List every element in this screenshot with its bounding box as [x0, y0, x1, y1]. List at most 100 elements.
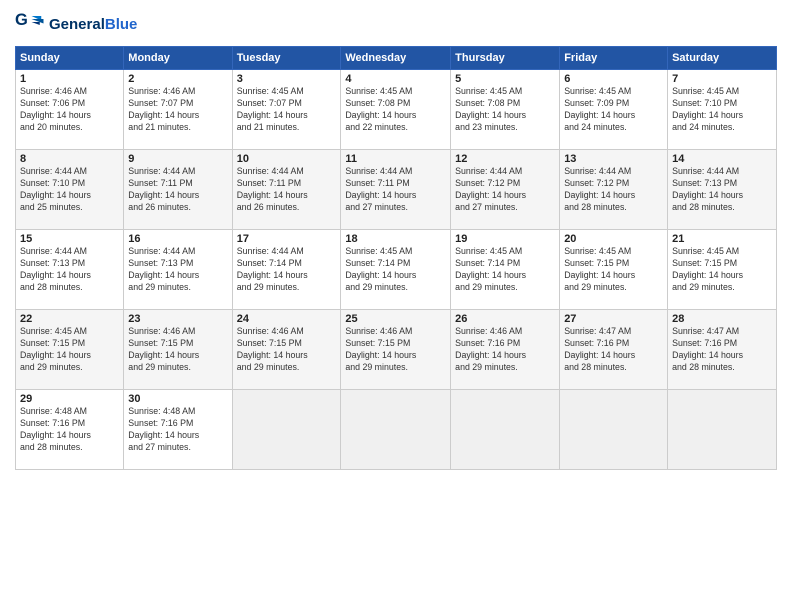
- day-number: 7: [672, 73, 772, 85]
- day-number: 30: [128, 393, 227, 405]
- weekday-header-row: SundayMondayTuesdayWednesdayThursdayFrid…: [16, 47, 777, 70]
- day-number: 8: [20, 153, 119, 165]
- week-row-4: 22Sunrise: 4:45 AM Sunset: 7:15 PM Dayli…: [16, 310, 777, 390]
- day-info: Sunrise: 4:48 AM Sunset: 7:16 PM Dayligh…: [20, 406, 119, 454]
- day-number: 28: [672, 313, 772, 325]
- day-cell: 26Sunrise: 4:46 AM Sunset: 7:16 PM Dayli…: [451, 310, 560, 390]
- day-cell: [232, 390, 341, 470]
- day-info: Sunrise: 4:45 AM Sunset: 7:08 PM Dayligh…: [345, 86, 446, 134]
- weekday-header-sunday: Sunday: [16, 47, 124, 70]
- day-info: Sunrise: 4:44 AM Sunset: 7:12 PM Dayligh…: [564, 166, 663, 214]
- day-number: 19: [455, 233, 555, 245]
- day-info: Sunrise: 4:45 AM Sunset: 7:08 PM Dayligh…: [455, 86, 555, 134]
- day-number: 14: [672, 153, 772, 165]
- day-cell: 18Sunrise: 4:45 AM Sunset: 7:14 PM Dayli…: [341, 230, 451, 310]
- day-info: Sunrise: 4:44 AM Sunset: 7:10 PM Dayligh…: [20, 166, 119, 214]
- weekday-header-monday: Monday: [124, 47, 232, 70]
- day-cell: 30Sunrise: 4:48 AM Sunset: 7:16 PM Dayli…: [124, 390, 232, 470]
- week-row-5: 29Sunrise: 4:48 AM Sunset: 7:16 PM Dayli…: [16, 390, 777, 470]
- day-cell: 4Sunrise: 4:45 AM Sunset: 7:08 PM Daylig…: [341, 70, 451, 150]
- day-info: Sunrise: 4:48 AM Sunset: 7:16 PM Dayligh…: [128, 406, 227, 454]
- logo-general: GeneralBlue: [49, 17, 137, 34]
- day-cell: 28Sunrise: 4:47 AM Sunset: 7:16 PM Dayli…: [668, 310, 777, 390]
- day-cell: 27Sunrise: 4:47 AM Sunset: 7:16 PM Dayli…: [560, 310, 668, 390]
- day-info: Sunrise: 4:45 AM Sunset: 7:15 PM Dayligh…: [672, 246, 772, 294]
- day-number: 25: [345, 313, 446, 325]
- day-info: Sunrise: 4:46 AM Sunset: 7:16 PM Dayligh…: [455, 326, 555, 374]
- week-row-3: 15Sunrise: 4:44 AM Sunset: 7:13 PM Dayli…: [16, 230, 777, 310]
- day-cell: 5Sunrise: 4:45 AM Sunset: 7:08 PM Daylig…: [451, 70, 560, 150]
- day-cell: 1Sunrise: 4:46 AM Sunset: 7:06 PM Daylig…: [16, 70, 124, 150]
- day-cell: 17Sunrise: 4:44 AM Sunset: 7:14 PM Dayli…: [232, 230, 341, 310]
- day-cell: 19Sunrise: 4:45 AM Sunset: 7:14 PM Dayli…: [451, 230, 560, 310]
- day-info: Sunrise: 4:45 AM Sunset: 7:14 PM Dayligh…: [345, 246, 446, 294]
- day-cell: [668, 390, 777, 470]
- day-number: 1: [20, 73, 119, 85]
- day-info: Sunrise: 4:47 AM Sunset: 7:16 PM Dayligh…: [672, 326, 772, 374]
- day-cell: 6Sunrise: 4:45 AM Sunset: 7:09 PM Daylig…: [560, 70, 668, 150]
- day-number: 29: [20, 393, 119, 405]
- day-cell: 22Sunrise: 4:45 AM Sunset: 7:15 PM Dayli…: [16, 310, 124, 390]
- day-cell: 8Sunrise: 4:44 AM Sunset: 7:10 PM Daylig…: [16, 150, 124, 230]
- day-info: Sunrise: 4:44 AM Sunset: 7:14 PM Dayligh…: [237, 246, 337, 294]
- day-number: 18: [345, 233, 446, 245]
- weekday-header-thursday: Thursday: [451, 47, 560, 70]
- day-info: Sunrise: 4:44 AM Sunset: 7:12 PM Dayligh…: [455, 166, 555, 214]
- day-cell: 16Sunrise: 4:44 AM Sunset: 7:13 PM Dayli…: [124, 230, 232, 310]
- day-number: 24: [237, 313, 337, 325]
- day-info: Sunrise: 4:44 AM Sunset: 7:13 PM Dayligh…: [128, 246, 227, 294]
- day-number: 27: [564, 313, 663, 325]
- day-info: Sunrise: 4:44 AM Sunset: 7:13 PM Dayligh…: [672, 166, 772, 214]
- logo: G GeneralBlue: [15, 10, 137, 40]
- day-number: 10: [237, 153, 337, 165]
- day-number: 5: [455, 73, 555, 85]
- day-info: Sunrise: 4:45 AM Sunset: 7:15 PM Dayligh…: [20, 326, 119, 374]
- day-number: 15: [20, 233, 119, 245]
- day-info: Sunrise: 4:44 AM Sunset: 7:11 PM Dayligh…: [237, 166, 337, 214]
- day-number: 9: [128, 153, 227, 165]
- day-number: 3: [237, 73, 337, 85]
- logo-icon: G: [15, 10, 45, 40]
- day-cell: [341, 390, 451, 470]
- day-cell: 25Sunrise: 4:46 AM Sunset: 7:15 PM Dayli…: [341, 310, 451, 390]
- weekday-header-friday: Friday: [560, 47, 668, 70]
- day-number: 17: [237, 233, 337, 245]
- weekday-header-tuesday: Tuesday: [232, 47, 341, 70]
- week-row-1: 1Sunrise: 4:46 AM Sunset: 7:06 PM Daylig…: [16, 70, 777, 150]
- svg-text:G: G: [15, 11, 28, 29]
- day-cell: 15Sunrise: 4:44 AM Sunset: 7:13 PM Dayli…: [16, 230, 124, 310]
- day-cell: 3Sunrise: 4:45 AM Sunset: 7:07 PM Daylig…: [232, 70, 341, 150]
- day-number: 20: [564, 233, 663, 245]
- day-number: 16: [128, 233, 227, 245]
- day-cell: 21Sunrise: 4:45 AM Sunset: 7:15 PM Dayli…: [668, 230, 777, 310]
- day-cell: 20Sunrise: 4:45 AM Sunset: 7:15 PM Dayli…: [560, 230, 668, 310]
- day-info: Sunrise: 4:44 AM Sunset: 7:11 PM Dayligh…: [128, 166, 227, 214]
- day-cell: 9Sunrise: 4:44 AM Sunset: 7:11 PM Daylig…: [124, 150, 232, 230]
- day-cell: 23Sunrise: 4:46 AM Sunset: 7:15 PM Dayli…: [124, 310, 232, 390]
- day-number: 2: [128, 73, 227, 85]
- day-info: Sunrise: 4:46 AM Sunset: 7:15 PM Dayligh…: [237, 326, 337, 374]
- day-number: 12: [455, 153, 555, 165]
- day-info: Sunrise: 4:44 AM Sunset: 7:11 PM Dayligh…: [345, 166, 446, 214]
- day-number: 4: [345, 73, 446, 85]
- day-number: 23: [128, 313, 227, 325]
- day-cell: 29Sunrise: 4:48 AM Sunset: 7:16 PM Dayli…: [16, 390, 124, 470]
- day-number: 21: [672, 233, 772, 245]
- week-row-2: 8Sunrise: 4:44 AM Sunset: 7:10 PM Daylig…: [16, 150, 777, 230]
- weekday-header-saturday: Saturday: [668, 47, 777, 70]
- day-info: Sunrise: 4:46 AM Sunset: 7:15 PM Dayligh…: [128, 326, 227, 374]
- day-cell: 12Sunrise: 4:44 AM Sunset: 7:12 PM Dayli…: [451, 150, 560, 230]
- day-cell: 10Sunrise: 4:44 AM Sunset: 7:11 PM Dayli…: [232, 150, 341, 230]
- day-info: Sunrise: 4:46 AM Sunset: 7:06 PM Dayligh…: [20, 86, 119, 134]
- day-info: Sunrise: 4:45 AM Sunset: 7:10 PM Dayligh…: [672, 86, 772, 134]
- day-info: Sunrise: 4:45 AM Sunset: 7:07 PM Dayligh…: [237, 86, 337, 134]
- day-cell: 24Sunrise: 4:46 AM Sunset: 7:15 PM Dayli…: [232, 310, 341, 390]
- day-cell: 14Sunrise: 4:44 AM Sunset: 7:13 PM Dayli…: [668, 150, 777, 230]
- day-info: Sunrise: 4:44 AM Sunset: 7:13 PM Dayligh…: [20, 246, 119, 294]
- day-info: Sunrise: 4:45 AM Sunset: 7:09 PM Dayligh…: [564, 86, 663, 134]
- day-info: Sunrise: 4:45 AM Sunset: 7:14 PM Dayligh…: [455, 246, 555, 294]
- day-number: 22: [20, 313, 119, 325]
- day-cell: 2Sunrise: 4:46 AM Sunset: 7:07 PM Daylig…: [124, 70, 232, 150]
- day-number: 13: [564, 153, 663, 165]
- day-info: Sunrise: 4:45 AM Sunset: 7:15 PM Dayligh…: [564, 246, 663, 294]
